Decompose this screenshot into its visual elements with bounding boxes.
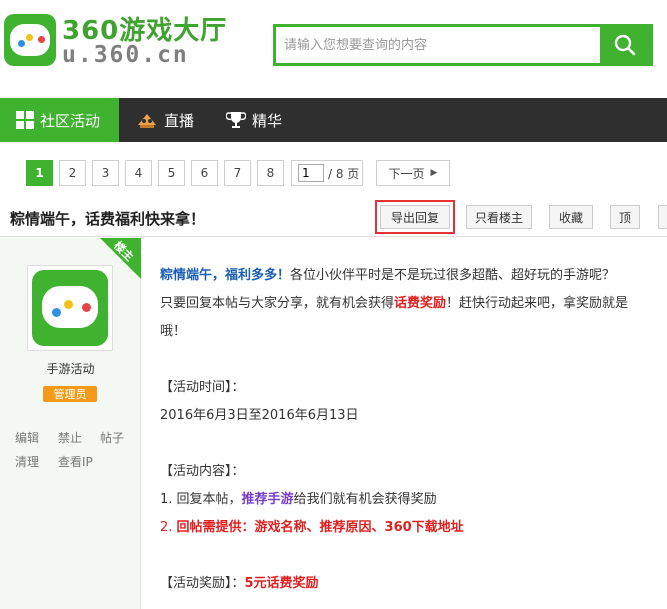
content-item-1: 1. 回复本帖，推荐手游给我们就有机会获得奖励 — [160, 486, 660, 514]
intro-line: 粽情端午，福利多多！各位小伙伴平时是不是玩过很多超酷、超好玩的手游呢？ — [160, 262, 660, 290]
reward-line: 只要回复本帖与大家分享，就有机会获得话费奖励！赶快行动起来吧，拿奖励就是 — [160, 290, 660, 318]
thread-title: 粽情端午，话费福利快来拿！ — [10, 210, 206, 228]
content-label: 【活动内容】： — [160, 464, 245, 479]
post-content: 粽情端午，福利多多！各位小伙伴平时是不是玩过很多超酷、超好玩的手游呢？ 只要回复… — [160, 262, 660, 598]
intro-bold: 粽情端午，福利多多！ — [160, 268, 291, 283]
page-jump: / 8 页 — [291, 160, 363, 186]
recommend-game: 推荐手游 — [241, 492, 294, 507]
next-page-label: 下一页 — [388, 166, 425, 181]
page-button[interactable]: 7 — [224, 160, 251, 186]
more-button[interactable] — [658, 205, 667, 229]
bump-button[interactable]: 顶 — [610, 205, 640, 229]
grid-icon — [16, 111, 34, 129]
view-ip-link[interactable]: 查看IP — [58, 453, 93, 470]
next-page-button[interactable]: 下一页 ▶ — [376, 160, 450, 186]
page-button[interactable]: 5 — [158, 160, 185, 186]
author-only-button[interactable]: 只看楼主 — [466, 205, 532, 229]
nav-label: 精华 — [252, 111, 283, 130]
page-button[interactable]: 2 — [59, 160, 86, 186]
item1-a: 1. 回复本帖， — [160, 492, 242, 507]
page-jump-input[interactable] — [298, 164, 324, 182]
chevron-right-icon: ▶ — [430, 168, 438, 178]
live-icon — [136, 111, 158, 129]
item1-b: 给我们就有机会获得奖励 — [293, 492, 437, 507]
search-button[interactable] — [600, 27, 650, 63]
logo-url: u.360.cn — [62, 42, 189, 68]
posts-link[interactable]: 帖子 — [100, 429, 124, 446]
reward-info: 【活动奖励】：5元话费奖励 — [160, 570, 660, 598]
time-value: 2016年6月3日至2016年6月13日 — [160, 408, 359, 423]
page-button[interactable]: 8 — [257, 160, 284, 186]
thread-header: 粽情端午，话费福利快来拿！ 导出回复 只看楼主 收藏 顶 — [0, 197, 667, 237]
time-label: 【活动时间】： — [160, 380, 245, 395]
nav-community-events[interactable]: 社区活动 — [0, 98, 119, 142]
search-icon — [614, 34, 636, 56]
reward-line-a: 只要回复本帖与大家分享，就有机会获得 — [160, 296, 395, 311]
intro-rest: 各位小伙伴平时是不是玩过很多超酷、超好玩的手游呢？ — [290, 268, 616, 283]
avatar[interactable] — [27, 265, 113, 351]
nav-live[interactable]: 直播 — [136, 98, 216, 142]
reward-line-b: ！赶快行动起来吧，拿奖励就是 — [446, 296, 629, 311]
nav-label: 直播 — [164, 111, 195, 130]
site-header: 360游戏大厅 u.360.cn — [0, 0, 667, 98]
ban-link[interactable]: 禁止 — [58, 429, 82, 446]
nav-featured[interactable]: 精华 — [226, 98, 306, 142]
favorite-button[interactable]: 收藏 — [549, 205, 593, 229]
edit-link[interactable]: 编辑 — [15, 429, 39, 446]
content-item-2: 2. 回帖需提供：游戏名称、推荐原因、360下载地址 — [160, 514, 660, 542]
main-nav: 社区活动 直播 精华 — [0, 98, 667, 142]
item2-num: 2. — [160, 520, 173, 535]
clean-link[interactable]: 清理 — [15, 453, 39, 470]
author-name[interactable]: 手游活动 — [0, 360, 141, 377]
gamepad-logo-icon[interactable] — [4, 14, 56, 66]
reward-label: 【活动奖励】： — [160, 576, 245, 591]
search-box — [273, 24, 653, 66]
page-total: / 8 页 — [328, 166, 360, 181]
reward-highlight: 话费奖励 — [394, 296, 447, 311]
nav-label: 社区活动 — [40, 111, 101, 130]
page-button[interactable]: 6 — [191, 160, 218, 186]
reward-value: 5元话费奖励 — [244, 576, 319, 591]
trophy-icon — [226, 110, 246, 130]
page-button[interactable]: 3 — [92, 160, 119, 186]
page-button[interactable]: 4 — [125, 160, 152, 186]
role-badge: 管理员 — [43, 386, 97, 402]
search-input[interactable] — [276, 27, 602, 63]
page-button[interactable]: 1 — [26, 160, 53, 186]
line3: 哦！ — [160, 324, 187, 339]
export-replies-button[interactable]: 导出回复 — [375, 200, 455, 234]
item2-text: 回帖需提供：游戏名称、推荐原因、360下载地址 — [176, 520, 464, 535]
